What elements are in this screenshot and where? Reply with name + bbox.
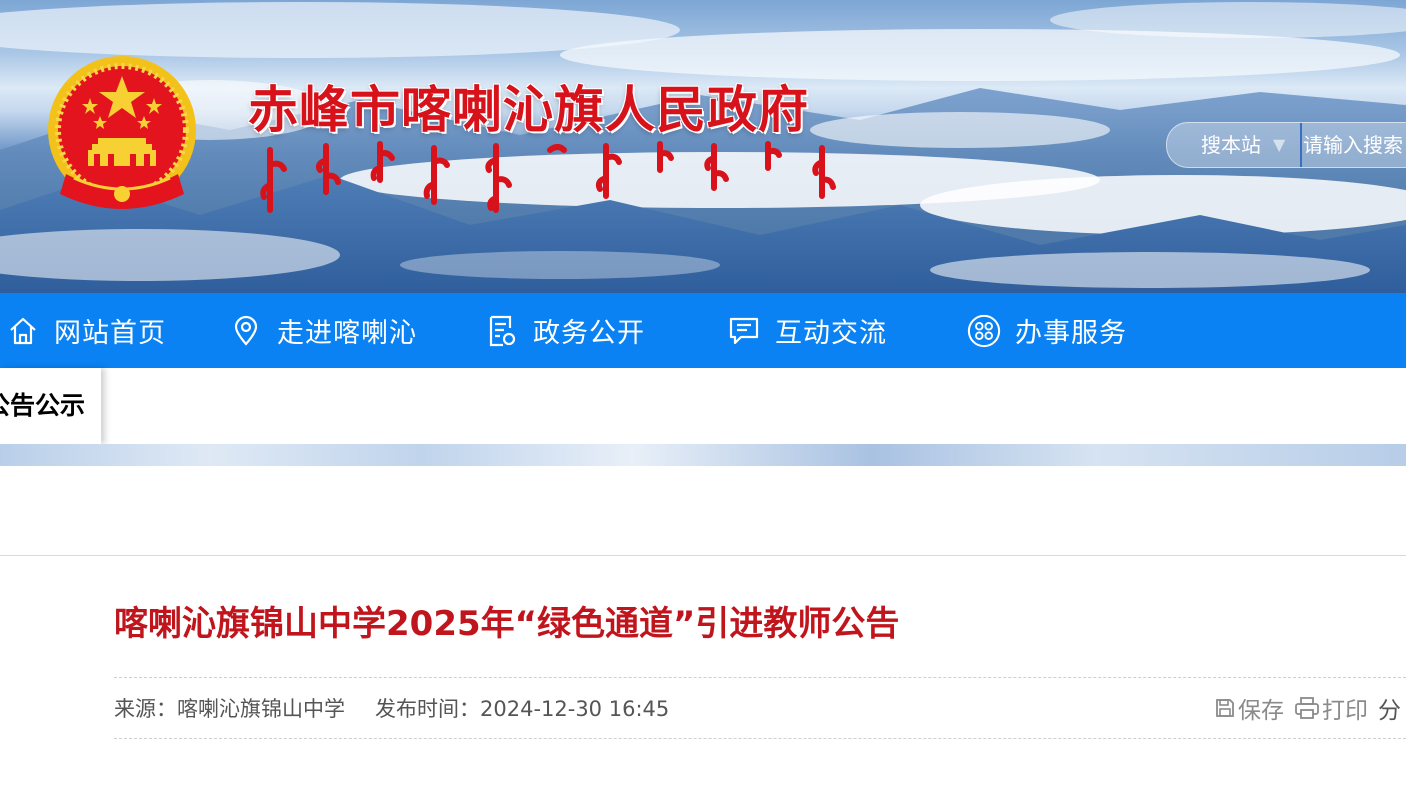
divider <box>114 738 1406 739</box>
print-button[interactable]: 打印 <box>1294 691 1368 725</box>
search-input[interactable] <box>1301 127 1406 163</box>
header-banner: 赤峰市喀喇沁旗人民政府 搜本站 ▼ <box>0 0 1406 293</box>
chat-icon <box>727 314 761 348</box>
tab-announcements[interactable]: 公告公示 <box>0 368 101 444</box>
nav-item-label: 走进喀喇沁 <box>277 318 417 349</box>
print-label: 打印 <box>1322 698 1368 724</box>
search-scope-selector[interactable]: 搜本站 <box>1201 123 1261 167</box>
site-title: 赤峰市喀喇沁旗人民政府 <box>248 80 809 139</box>
nav-item-services[interactable]: 办事服务 <box>967 293 1127 368</box>
dropdown-caret-icon[interactable]: ▼ <box>1273 135 1285 155</box>
site-search-box: 搜本站 ▼ <box>1166 122 1406 168</box>
article-tools: 保存 打印 分 <box>1214 692 1406 724</box>
nav-item-label: 网站首页 <box>54 318 166 349</box>
nav-item-gov-affairs[interactable]: 政务公开 <box>485 293 645 368</box>
section-tab-strip: 公告公示 <box>0 368 1406 444</box>
share-label: 分 <box>1378 698 1401 724</box>
document-icon <box>485 314 519 348</box>
national-emblem-logo <box>48 56 196 209</box>
save-button[interactable]: 保存 <box>1214 691 1284 725</box>
save-label: 保存 <box>1238 698 1284 724</box>
divider <box>114 677 1406 678</box>
grid-circle-icon <box>967 314 1001 348</box>
nav-item-label: 办事服务 <box>1015 318 1127 349</box>
save-icon <box>1216 699 1234 717</box>
nav-item-about[interactable]: 走进喀喇沁 <box>229 293 417 368</box>
tab-label: 公告公示 <box>0 391 85 420</box>
article-meta: 来源：喀喇沁旗锦山中学 发布时间：2024-12-30 16:45 <box>114 694 669 724</box>
mongolian-script-title-logo <box>260 141 836 213</box>
article-publish-time: 发布时间：2024-12-30 16:45 <box>375 697 670 721</box>
article-source: 来源：喀喇沁旗锦山中学 <box>114 697 345 721</box>
nav-item-home[interactable]: 网站首页 <box>6 293 166 368</box>
printer-icon <box>1295 697 1319 719</box>
article-title: 喀喇沁旗锦山中学2025年“绿色通道”引进教师公告 <box>114 604 900 644</box>
nav-item-label: 政务公开 <box>533 318 645 349</box>
nav-item-label: 互动交流 <box>775 318 887 349</box>
location-pin-icon <box>229 314 263 348</box>
home-icon <box>6 314 40 348</box>
main-navigation: 网站首页 走进喀喇沁 政务公开 互动交流 办事服务 <box>0 293 1406 368</box>
divider <box>0 555 1406 556</box>
nav-item-interaction[interactable]: 互动交流 <box>727 293 887 368</box>
share-button[interactable]: 分 <box>1378 691 1401 725</box>
decorative-cloud-strip <box>0 444 1406 466</box>
